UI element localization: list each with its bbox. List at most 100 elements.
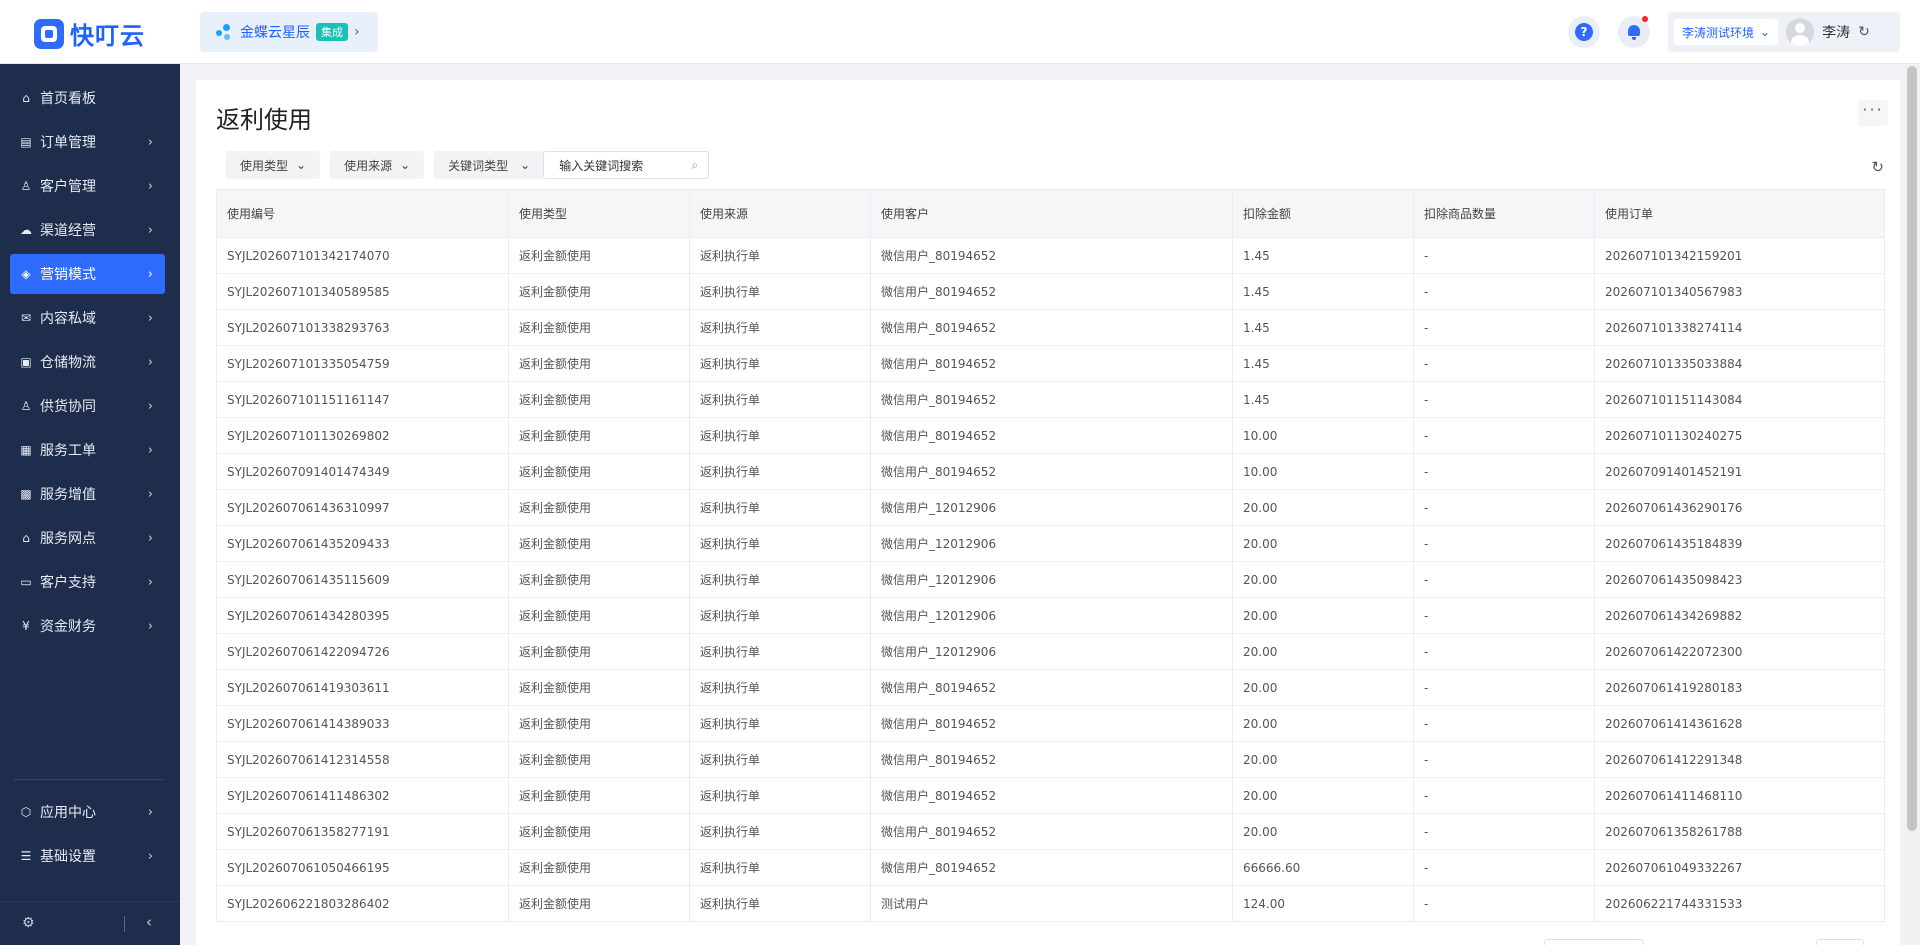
table-row[interactable]: SYJL202607061436310997 返利金额使用 返利执行单 微信用户_12…	[216, 489, 1885, 526]
table-cell: 66666.60	[1232, 849, 1414, 886]
table-cell: SYJL202607061412314558	[216, 741, 509, 778]
table-cell: SYJL202607061414389033	[216, 705, 509, 742]
sidebar-item-customers[interactable]: ♙ 客户管理 ›	[10, 166, 165, 206]
filter-label: 使用来源	[344, 158, 393, 173]
table-cell: SYJL202607061050466195	[216, 849, 509, 886]
table-row[interactable]: SYJL202607101342174070 返利金额使用 返利执行单 微信用户_80…	[216, 237, 1885, 274]
column-header: 使用来源	[689, 189, 871, 238]
sidebar-item-dashboard[interactable]: ⌂ 首页看板	[10, 78, 165, 118]
more-options-button[interactable]: ···	[1858, 100, 1888, 126]
notification-button[interactable]	[1618, 16, 1650, 48]
service-order-icon: ▦	[20, 443, 32, 457]
table-cell: SYJL202607101151161147	[216, 381, 509, 418]
table-cell: 返利金额使用	[508, 489, 690, 526]
table-cell: 202607061412291348	[1594, 741, 1885, 778]
table-row[interactable]: SYJL202607061358277191 返利金额使用 返利执行单 微信用户_80…	[216, 813, 1885, 850]
chevron-right-icon: ›	[147, 804, 153, 820]
table-cell: 20.00	[1232, 561, 1414, 598]
usage-source-filter[interactable]: 使用来源 ⌄	[330, 151, 425, 179]
table-row[interactable]: SYJL202607061422094726 返利金额使用 返利执行单 微信用户_12…	[216, 633, 1885, 670]
table-cell: 20.00	[1232, 777, 1414, 814]
scrollbar-thumb[interactable]	[1907, 66, 1917, 831]
table-cell: -	[1413, 777, 1595, 814]
home-icon: ⌂	[22, 91, 30, 105]
sidebar-item-label: 服务网点	[40, 531, 96, 547]
column-header: 使用客户	[870, 189, 1233, 238]
table-cell: -	[1413, 561, 1595, 598]
sidebar-item-warehouse[interactable]: ▣ 仓储物流 ›	[10, 342, 165, 382]
sidebar-item-service-orders[interactable]: ▦ 服务工单 ›	[10, 430, 165, 470]
app-logo[interactable]: 快叮云	[34, 16, 145, 51]
keyword-type-filter[interactable]: 关键词类型 ⌄	[434, 151, 545, 179]
table-cell: 微信用户_80194652	[870, 741, 1233, 778]
help-button[interactable]: ?	[1568, 16, 1600, 48]
table-row[interactable]: SYJL202607101151161147 返利金额使用 返利执行单 微信用户_80…	[216, 381, 1885, 418]
table-cell: 202607101130240275	[1594, 417, 1885, 454]
table-row[interactable]: SYJL202607061414389033 返利金额使用 返利执行单 微信用户_80…	[216, 705, 1885, 742]
sidebar-item-service-value[interactable]: ▩ 服务增值 ›	[10, 474, 165, 514]
table-row[interactable]: SYJL202607061419303611 返利金额使用 返利执行单 微信用户_80…	[216, 669, 1885, 706]
sidebar-item-finance[interactable]: ¥ 资金财务 ›	[10, 606, 165, 646]
sidebar-item-service-points[interactable]: ⌂ 服务网点 ›	[10, 518, 165, 558]
sidebar-item-supply[interactable]: ♙ 供货协同 ›	[10, 386, 165, 426]
table-row[interactable]: SYJL202607061411486302 返利金额使用 返利执行单 微信用户_80…	[216, 777, 1885, 814]
table-row[interactable]: SYJL202607061412314558 返利金额使用 返利执行单 微信用户_80…	[216, 741, 1885, 778]
integration-switcher[interactable]: 金蝶云星辰 集成 ›	[200, 12, 378, 52]
pagination-size-select[interactable]	[1544, 939, 1644, 945]
sidebar-item-support[interactable]: ▭ 客户支持 ›	[10, 562, 165, 602]
table-cell: 返利金额使用	[508, 669, 690, 706]
table-row[interactable]: SYJL202607091401474349 返利金额使用 返利执行单 微信用户_80…	[216, 453, 1885, 490]
table-row[interactable]: SYJL202607061050466195 返利金额使用 返利执行单 微信用户_80…	[216, 849, 1885, 886]
table-cell: 20.00	[1232, 669, 1414, 706]
sidebar-item-label: 基础设置	[40, 849, 96, 865]
collapse-sidebar-icon[interactable]: ‹	[146, 913, 152, 931]
avatar[interactable]	[1786, 18, 1815, 46]
pagination-jump-input[interactable]	[1816, 939, 1864, 945]
sidebar-item-channels[interactable]: ☁ 渠道经营 ›	[10, 210, 165, 250]
filter-bar: 使用类型 ⌄ 使用来源 ⌄ 关键词类型 ⌄ 输入关键词搜索 ⌕	[226, 151, 710, 179]
integration-badge: 集成	[316, 23, 348, 41]
table-cell: 返利金额使用	[508, 885, 690, 922]
sidebar-footer: ⚙ ‹	[0, 901, 180, 945]
environment-select[interactable]: 李涛测试环境 ⌄	[1674, 19, 1779, 45]
table-cell: SYJL202607061434280395	[216, 597, 509, 634]
logo-text: 快叮云	[70, 22, 145, 50]
table-cell: 微信用户_80194652	[870, 453, 1233, 490]
sidebar-item-orders[interactable]: ▤ 订单管理 ›	[10, 122, 165, 162]
table-row[interactable]: SYJL202607061435209433 返利金额使用 返利执行单 微信用户_12…	[216, 525, 1885, 562]
sidebar-item-label: 仓储物流	[40, 355, 96, 371]
page-scrollbar[interactable]	[1904, 64, 1920, 945]
search-input[interactable]: 输入关键词搜索 ⌕	[543, 151, 710, 179]
user-name[interactable]: 李涛	[1822, 22, 1850, 42]
table-cell: 返利执行单	[689, 345, 871, 382]
table-cell: 1.45	[1232, 345, 1414, 382]
table-row[interactable]: SYJL202607061435115609 返利金额使用 返利执行单 微信用户_12…	[216, 561, 1885, 598]
column-header: 使用编号	[216, 189, 509, 238]
table-cell: 返利金额使用	[508, 741, 690, 778]
table-cell: 返利执行单	[689, 705, 871, 742]
sidebar-item-app-center[interactable]: ⬡ 应用中心 ›	[10, 792, 165, 832]
sidebar-item-label: 营销模式	[40, 267, 96, 283]
table-cell: 202607061358261788	[1594, 813, 1885, 850]
supply-icon: ♙	[20, 399, 32, 413]
service-value-icon: ▩	[20, 487, 32, 501]
table-row[interactable]: SYJL202607061434280395 返利金额使用 返利执行单 微信用户_12…	[216, 597, 1885, 634]
gear-icon[interactable]: ⚙	[22, 915, 35, 931]
table-row[interactable]: SYJL202607101130269802 返利金额使用 返利执行单 微信用户_80…	[216, 417, 1885, 454]
table-cell: SYJL202607061358277191	[216, 813, 509, 850]
sidebar-item-basic-settings[interactable]: ☰ 基础设置 ›	[10, 836, 165, 876]
refresh-icon[interactable]: ↻	[1858, 24, 1870, 40]
table-row[interactable]: SYJL202607101335054759 返利金额使用 返利执行单 微信用户_80…	[216, 345, 1885, 382]
table-cell: 返利执行单	[689, 849, 871, 886]
sidebar-item-content[interactable]: ✉ 内容私域 ›	[10, 298, 165, 338]
sidebar-item-marketing[interactable]: ◈ 营销模式 ›	[10, 254, 165, 294]
table-cell: 202607061411468110	[1594, 777, 1885, 814]
refresh-list-icon[interactable]: ↻	[1871, 158, 1884, 176]
table-cell: 202607101340567983	[1594, 273, 1885, 310]
table-row[interactable]: SYJL202607101338293763 返利金额使用 返利执行单 微信用户_80…	[216, 309, 1885, 346]
table-row[interactable]: SYJL202606221803286402 返利金额使用 返利执行单 测试用户 124…	[216, 885, 1885, 922]
table-row[interactable]: SYJL202607101340589585 返利金额使用 返利执行单 微信用户_80…	[216, 273, 1885, 310]
table-cell: 返利金额使用	[508, 417, 690, 454]
usage-type-filter[interactable]: 使用类型 ⌄	[226, 151, 321, 179]
sidebar-item-label: 渠道经营	[40, 223, 96, 239]
